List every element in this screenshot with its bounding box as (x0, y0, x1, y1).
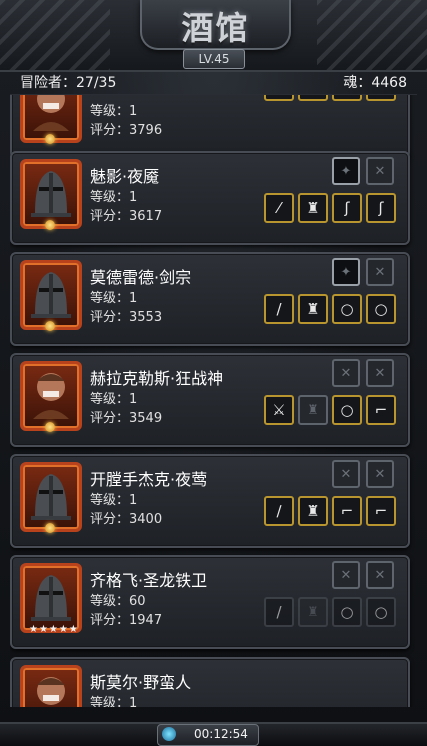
hero-card[interactable]: 赫拉克勒斯·狂战神等级：1 评分：3549 ✕ ✕ ⚔ ♜ ○ ⌐ (10, 353, 410, 447)
dagger-icon[interactable]: ∕ (264, 496, 294, 526)
gem-icon (45, 134, 55, 144)
clock-icon (162, 727, 176, 741)
timer-plate: 00:12:54 (157, 724, 259, 746)
title-plate: 酒馆 (140, 0, 291, 50)
adventurer-count: 冒险者：27/35 (20, 75, 117, 91)
staff-icon[interactable]: ⁄ (264, 193, 294, 223)
gem-icon (45, 523, 55, 533)
hero-card[interactable]: 斯莫尔·野蛮人等级：1 (10, 657, 410, 707)
hero-card[interactable]: ★★★★★ 齐格飞·圣龙铁卫 等级：60 评分：1947 ✕ ✕ / ♜ ○ ○ (10, 555, 410, 649)
claw-icon[interactable]: ʃ (332, 193, 362, 223)
chain-decoration-right (317, 0, 427, 70)
armor-icon[interactable]: ♜ (298, 95, 328, 101)
knight-portrait (20, 260, 82, 331)
warrior-portrait (20, 95, 82, 144)
hero-card[interactable]: 魅影·夜魇 等级：1 评分：3617 ✦ ✕ ⁄ ♜ ʃ ʃ (10, 151, 410, 245)
hero-name: 赫拉克勒斯·狂战神 (90, 369, 224, 388)
boots-icon[interactable]: ⌐ (332, 95, 362, 101)
soul-currency: 魂：4468 (343, 75, 407, 91)
hero-level: 等级：1 (90, 392, 138, 407)
hero-name: 齐格飞·圣龙铁卫 (90, 571, 208, 590)
hero-name: 莫德雷德·剑宗 (90, 268, 192, 287)
page-title: 酒馆 (181, 9, 250, 47)
axe-icon[interactable]: ⚔ (264, 395, 294, 425)
ring-icon[interactable]: ○ (332, 597, 362, 627)
ring-icon[interactable]: ○ (366, 597, 396, 627)
gem-icon (45, 422, 55, 432)
hero-card[interactable]: 等级：1 评分：3796 / ♜ ⌐ ⌐ (10, 95, 410, 159)
empty-skill-slot[interactable]: ✕ (332, 561, 360, 589)
knight-portrait (20, 462, 82, 533)
hero-score: 评分：1947 (90, 613, 163, 628)
armor-icon[interactable]: ♜ (298, 496, 328, 526)
footer-bar: 00:12:54 (0, 722, 427, 746)
hero-list[interactable]: 等级：1评分：3796/♜⌐⌐魅影·夜魇等级：1评分：3617✦✕⁄♜ʃʃ莫德雷… (10, 94, 417, 707)
ring-icon[interactable]: ○ (366, 294, 396, 324)
hero-card[interactable]: 莫德雷德·剑宗 等级：1 评分：3553 ✦ ✕ / ♜ ○ ○ (10, 252, 410, 346)
tavern-header: 酒馆 LV.45 (0, 0, 427, 72)
boots-icon[interactable]: ⌐ (366, 95, 396, 101)
empty-skill-slot[interactable]: ✕ (366, 359, 394, 387)
hero-card[interactable]: 开膛手杰克·夜莺 等级：1 评分：3400 ✕ ✕ ∕ ♜ ⌐ ⌐ (10, 454, 410, 548)
armor-empty-icon[interactable]: ♜ (298, 395, 328, 425)
empty-skill-slot[interactable]: ✕ (366, 561, 394, 589)
armor-empty-icon[interactable]: ♜ (298, 597, 328, 627)
hero-score: 评分：3617 (90, 209, 163, 224)
knight-portrait (20, 159, 82, 230)
armor-icon[interactable]: ♜ (298, 294, 328, 324)
claw-icon[interactable]: ʃ (366, 193, 396, 223)
hero-name: 魅影·夜魇 (90, 167, 160, 186)
star-rating: ★★★★★ (29, 624, 79, 635)
knight-portrait: ★★★★★ (20, 563, 82, 635)
hero-level: 等级：1 (90, 190, 138, 205)
hero-level: 等级：1 (90, 493, 138, 508)
skill-slot[interactable]: ✦ (332, 258, 360, 286)
status-bar: 冒险者：27/35 魂：4468 (12, 70, 415, 92)
hero-level: 等级：1 (90, 696, 138, 707)
empty-skill-slot[interactable]: ✕ (332, 359, 360, 387)
hero-score: 评分：3400 (90, 512, 163, 527)
hero-score: 评分：3796 (90, 123, 163, 138)
tavern-level-badge: LV.45 (183, 49, 245, 69)
empty-skill-slot[interactable]: ✕ (366, 258, 394, 286)
warrior-portrait (20, 665, 82, 707)
hero-score: 评分：3549 (90, 411, 163, 426)
gem-icon (45, 321, 55, 331)
empty-skill-slot[interactable]: ✕ (332, 460, 360, 488)
chain-decoration-left (0, 0, 110, 70)
hero-name: 斯莫尔·野蛮人 (90, 673, 192, 692)
boots-icon[interactable]: ⌐ (366, 395, 396, 425)
hero-level: 等级：1 (90, 104, 138, 119)
sword-icon[interactable]: / (264, 597, 294, 627)
hero-level: 等级：60 (90, 594, 146, 609)
boots-icon[interactable]: ⌐ (332, 496, 362, 526)
gem-icon (45, 220, 55, 230)
ring-icon[interactable]: ○ (332, 395, 362, 425)
ring-icon[interactable]: ○ (332, 294, 362, 324)
sword-icon[interactable]: / (264, 294, 294, 324)
sword-icon[interactable]: / (264, 95, 294, 101)
skill-slot[interactable]: ✦ (332, 157, 360, 185)
hero-name: 开膛手杰克·夜莺 (90, 470, 208, 489)
hero-score: 评分：3553 (90, 310, 163, 325)
warrior-portrait (20, 361, 82, 432)
hero-level: 等级：1 (90, 291, 138, 306)
boots-icon[interactable]: ⌐ (366, 496, 396, 526)
empty-skill-slot[interactable]: ✕ (366, 460, 394, 488)
armor-icon[interactable]: ♜ (298, 193, 328, 223)
countdown-timer: 00:12:54 (194, 727, 248, 741)
empty-skill-slot[interactable]: ✕ (366, 157, 394, 185)
